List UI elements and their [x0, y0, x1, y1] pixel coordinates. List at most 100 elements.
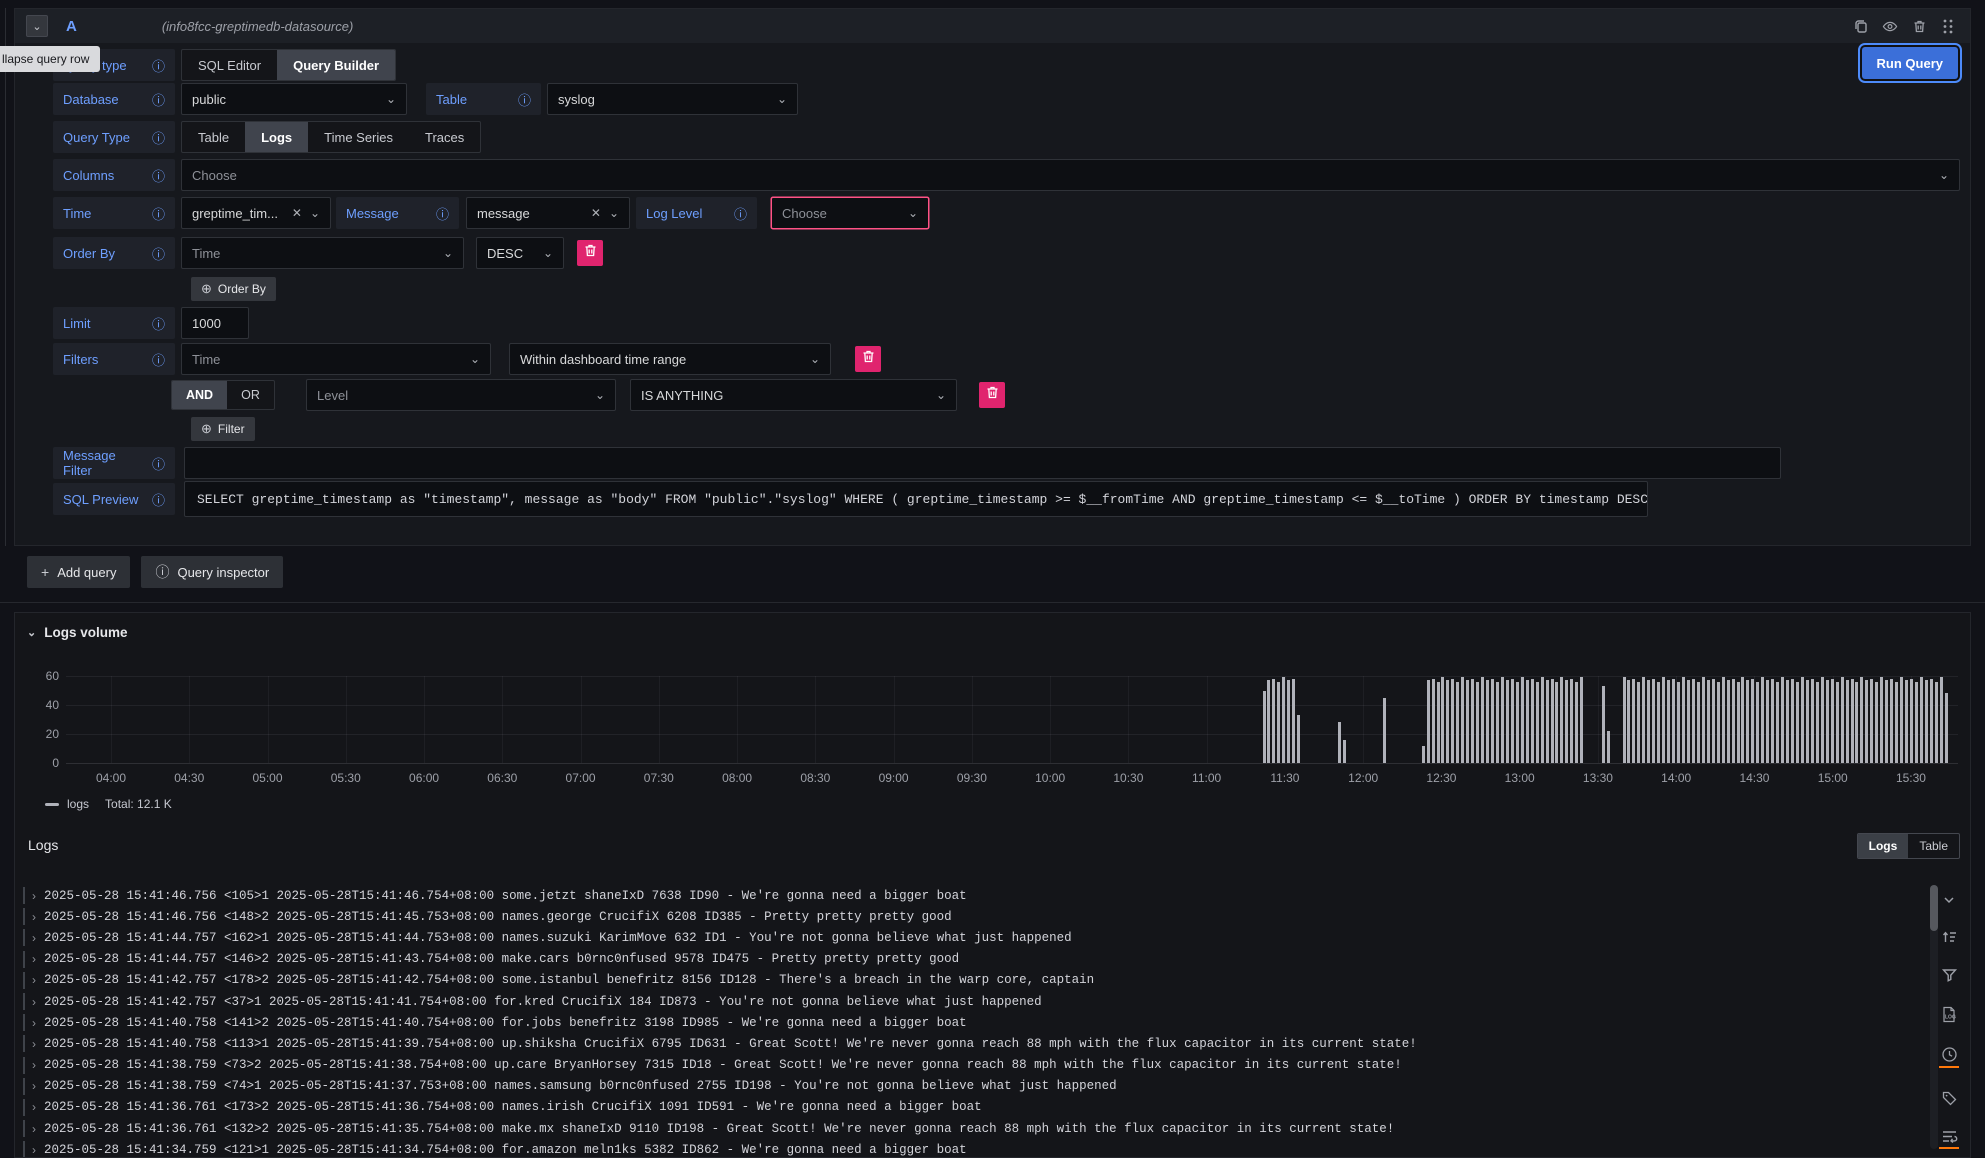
limit-input[interactable]: 1000 [181, 307, 249, 339]
log-row[interactable]: ›2025-05-28 15:41:44.757 <162>1 2025-05-… [23, 927, 1900, 948]
filter2-operator-select[interactable]: IS ANYTHING ⌄ [630, 379, 957, 411]
volume-bar [1343, 740, 1346, 763]
filter2-field-select[interactable]: Level ⌄ [306, 379, 616, 411]
info-icon[interactable]: ⓘ [152, 314, 165, 333]
wrap-lines-icon[interactable] [1940, 1129, 1958, 1149]
message-filter-input[interactable] [184, 447, 1781, 479]
info-icon[interactable]: ⓘ [152, 56, 165, 75]
info-icon[interactable]: ⓘ [152, 244, 165, 263]
download-arrow-icon[interactable] [1940, 891, 1958, 907]
logs-tab-table[interactable]: Table [1908, 834, 1959, 858]
info-icon[interactable]: ⓘ [152, 350, 165, 369]
log-expand-icon[interactable]: › [32, 1058, 44, 1072]
volume-bar [1766, 680, 1769, 763]
duplicate-icon[interactable] [1853, 18, 1869, 34]
info-icon[interactable]: ⓘ [152, 454, 165, 473]
log-lines-list: ›2025-05-28 15:41:46.756 <105>1 2025-05-… [23, 885, 1900, 1157]
remove-order-by-button[interactable] [577, 240, 603, 266]
logs-volume-collapse[interactable]: ⌄ Logs volume [27, 625, 127, 640]
run-query-button[interactable]: Run Query [1862, 47, 1958, 79]
log-row[interactable]: ›2025-05-28 15:41:42.757 <37>1 2025-05-2… [23, 991, 1900, 1012]
log-row[interactable]: ›2025-05-28 15:41:40.758 <113>1 2025-05-… [23, 1033, 1900, 1054]
info-icon[interactable]: ⓘ [152, 166, 165, 185]
add-query-button[interactable]: + Add query [27, 556, 130, 588]
clock-icon[interactable] [1940, 1046, 1958, 1068]
query-inspector-button[interactable]: ⓘ Query inspector [141, 556, 283, 588]
editor-type-option-query-builder[interactable]: Query Builder [277, 50, 395, 80]
time-column-select[interactable]: greptime_tim... ✕ ⌄ [181, 197, 331, 229]
volume-bar [1885, 680, 1888, 763]
add-order-by-button[interactable]: ⊕ Order By [191, 277, 276, 301]
log-row[interactable]: ›2025-05-28 15:41:36.761 <173>2 2025-05-… [23, 1097, 1900, 1118]
volume-bar [1272, 679, 1275, 763]
editor-type-option-sql-editor[interactable]: SQL Editor [182, 50, 277, 80]
trash-icon[interactable] [1911, 18, 1927, 34]
filter-field-select[interactable]: Time ⌄ [181, 343, 491, 375]
info-icon[interactable]: ⓘ [152, 490, 165, 509]
volume-bar [1860, 677, 1863, 763]
legend-series-label[interactable]: logs [67, 797, 89, 811]
log-row[interactable]: ›2025-05-28 15:41:36.761 <132>2 2025-05-… [23, 1118, 1900, 1139]
log-row[interactable]: ›2025-05-28 15:41:40.758 <141>2 2025-05-… [23, 1012, 1900, 1033]
filter-funnel-icon[interactable] [1940, 967, 1958, 983]
add-filter-button[interactable]: ⊕ Filter [191, 417, 255, 441]
eye-icon[interactable] [1882, 18, 1898, 34]
log-expand-icon[interactable]: › [32, 889, 44, 903]
logs-tab-logs[interactable]: Logs [1858, 834, 1909, 858]
query-header-actions [1853, 18, 1956, 34]
log-expand-icon[interactable]: › [32, 952, 44, 966]
collapse-query-row-button[interactable]: ⌄ [26, 15, 48, 37]
database-select[interactable]: public ⌄ [181, 83, 407, 115]
remove-filter-button[interactable] [855, 346, 881, 372]
log-row[interactable]: ›2025-05-28 15:41:44.757 <146>2 2025-05-… [23, 949, 1900, 970]
remove-filter2-button[interactable] [979, 382, 1005, 408]
clear-icon[interactable]: ✕ [591, 206, 601, 220]
info-icon[interactable]: ⓘ [436, 204, 449, 223]
log-expand-icon[interactable]: › [32, 931, 44, 945]
message-column-select[interactable]: message ✕ ⌄ [466, 197, 630, 229]
conjunction-option-or[interactable]: OR [227, 381, 274, 409]
query-type-option-traces[interactable]: Traces [409, 122, 480, 152]
log-row[interactable]: ›2025-05-28 15:41:46.756 <148>2 2025-05-… [23, 906, 1900, 927]
tag-icon[interactable] [1940, 1090, 1958, 1107]
query-type-option-logs[interactable]: Logs [245, 122, 308, 152]
log-level-edge [23, 1141, 25, 1157]
x-axis-tick-label: 12:00 [1335, 771, 1391, 785]
columns-select[interactable]: Choose ⌄ [181, 159, 1960, 191]
log-row[interactable]: ›2025-05-28 15:41:34.759 <121>1 2025-05-… [23, 1139, 1900, 1157]
info-icon[interactable]: ⓘ [152, 128, 165, 147]
log-expand-icon[interactable]: › [32, 910, 44, 924]
log-expand-icon[interactable]: › [32, 973, 44, 987]
log-file-icon[interactable]: LOG [1940, 1005, 1958, 1024]
table-select[interactable]: syslog ⌄ [547, 83, 798, 115]
clear-icon[interactable]: ✕ [292, 206, 302, 220]
log-level-select[interactable]: Choose ⌄ [771, 197, 929, 229]
log-expand-icon[interactable]: › [32, 1079, 44, 1093]
log-expand-icon[interactable]: › [32, 1037, 44, 1051]
volume-bar [1737, 682, 1740, 763]
chevron-down-icon: ⌄ [908, 208, 918, 218]
conjunction-option-and[interactable]: AND [172, 381, 227, 409]
log-expand-icon[interactable]: › [32, 995, 44, 1009]
log-row[interactable]: ›2025-05-28 15:41:42.757 <178>2 2025-05-… [23, 970, 1900, 991]
info-icon[interactable]: ⓘ [734, 204, 747, 223]
log-expand-icon[interactable]: › [32, 1143, 44, 1157]
log-expand-icon[interactable]: › [32, 1016, 44, 1030]
info-icon[interactable]: ⓘ [152, 204, 165, 223]
sort-oldest-first-icon[interactable] [1940, 929, 1958, 945]
log-row[interactable]: ›2025-05-28 15:41:46.756 <105>1 2025-05-… [23, 885, 1900, 906]
drag-handle-icon[interactable] [1940, 18, 1956, 34]
order-by-direction-select[interactable]: DESC ⌄ [476, 237, 564, 269]
log-level-edge [23, 908, 25, 925]
log-expand-icon[interactable]: › [32, 1122, 44, 1136]
info-icon[interactable]: ⓘ [152, 90, 165, 109]
order-by-field-select[interactable]: Time ⌄ [181, 237, 464, 269]
info-icon[interactable]: ⓘ [518, 90, 531, 109]
filter-operator-select[interactable]: Within dashboard time range ⌄ [509, 343, 831, 375]
query-type-option-table[interactable]: Table [182, 122, 245, 152]
field-label-limit: Limit ⓘ [53, 307, 175, 339]
log-expand-icon[interactable]: › [32, 1100, 44, 1114]
log-row[interactable]: ›2025-05-28 15:41:38.759 <73>2 2025-05-2… [23, 1055, 1900, 1076]
query-type-option-time-series[interactable]: Time Series [308, 122, 409, 152]
log-row[interactable]: ›2025-05-28 15:41:38.759 <74>1 2025-05-2… [23, 1076, 1900, 1097]
